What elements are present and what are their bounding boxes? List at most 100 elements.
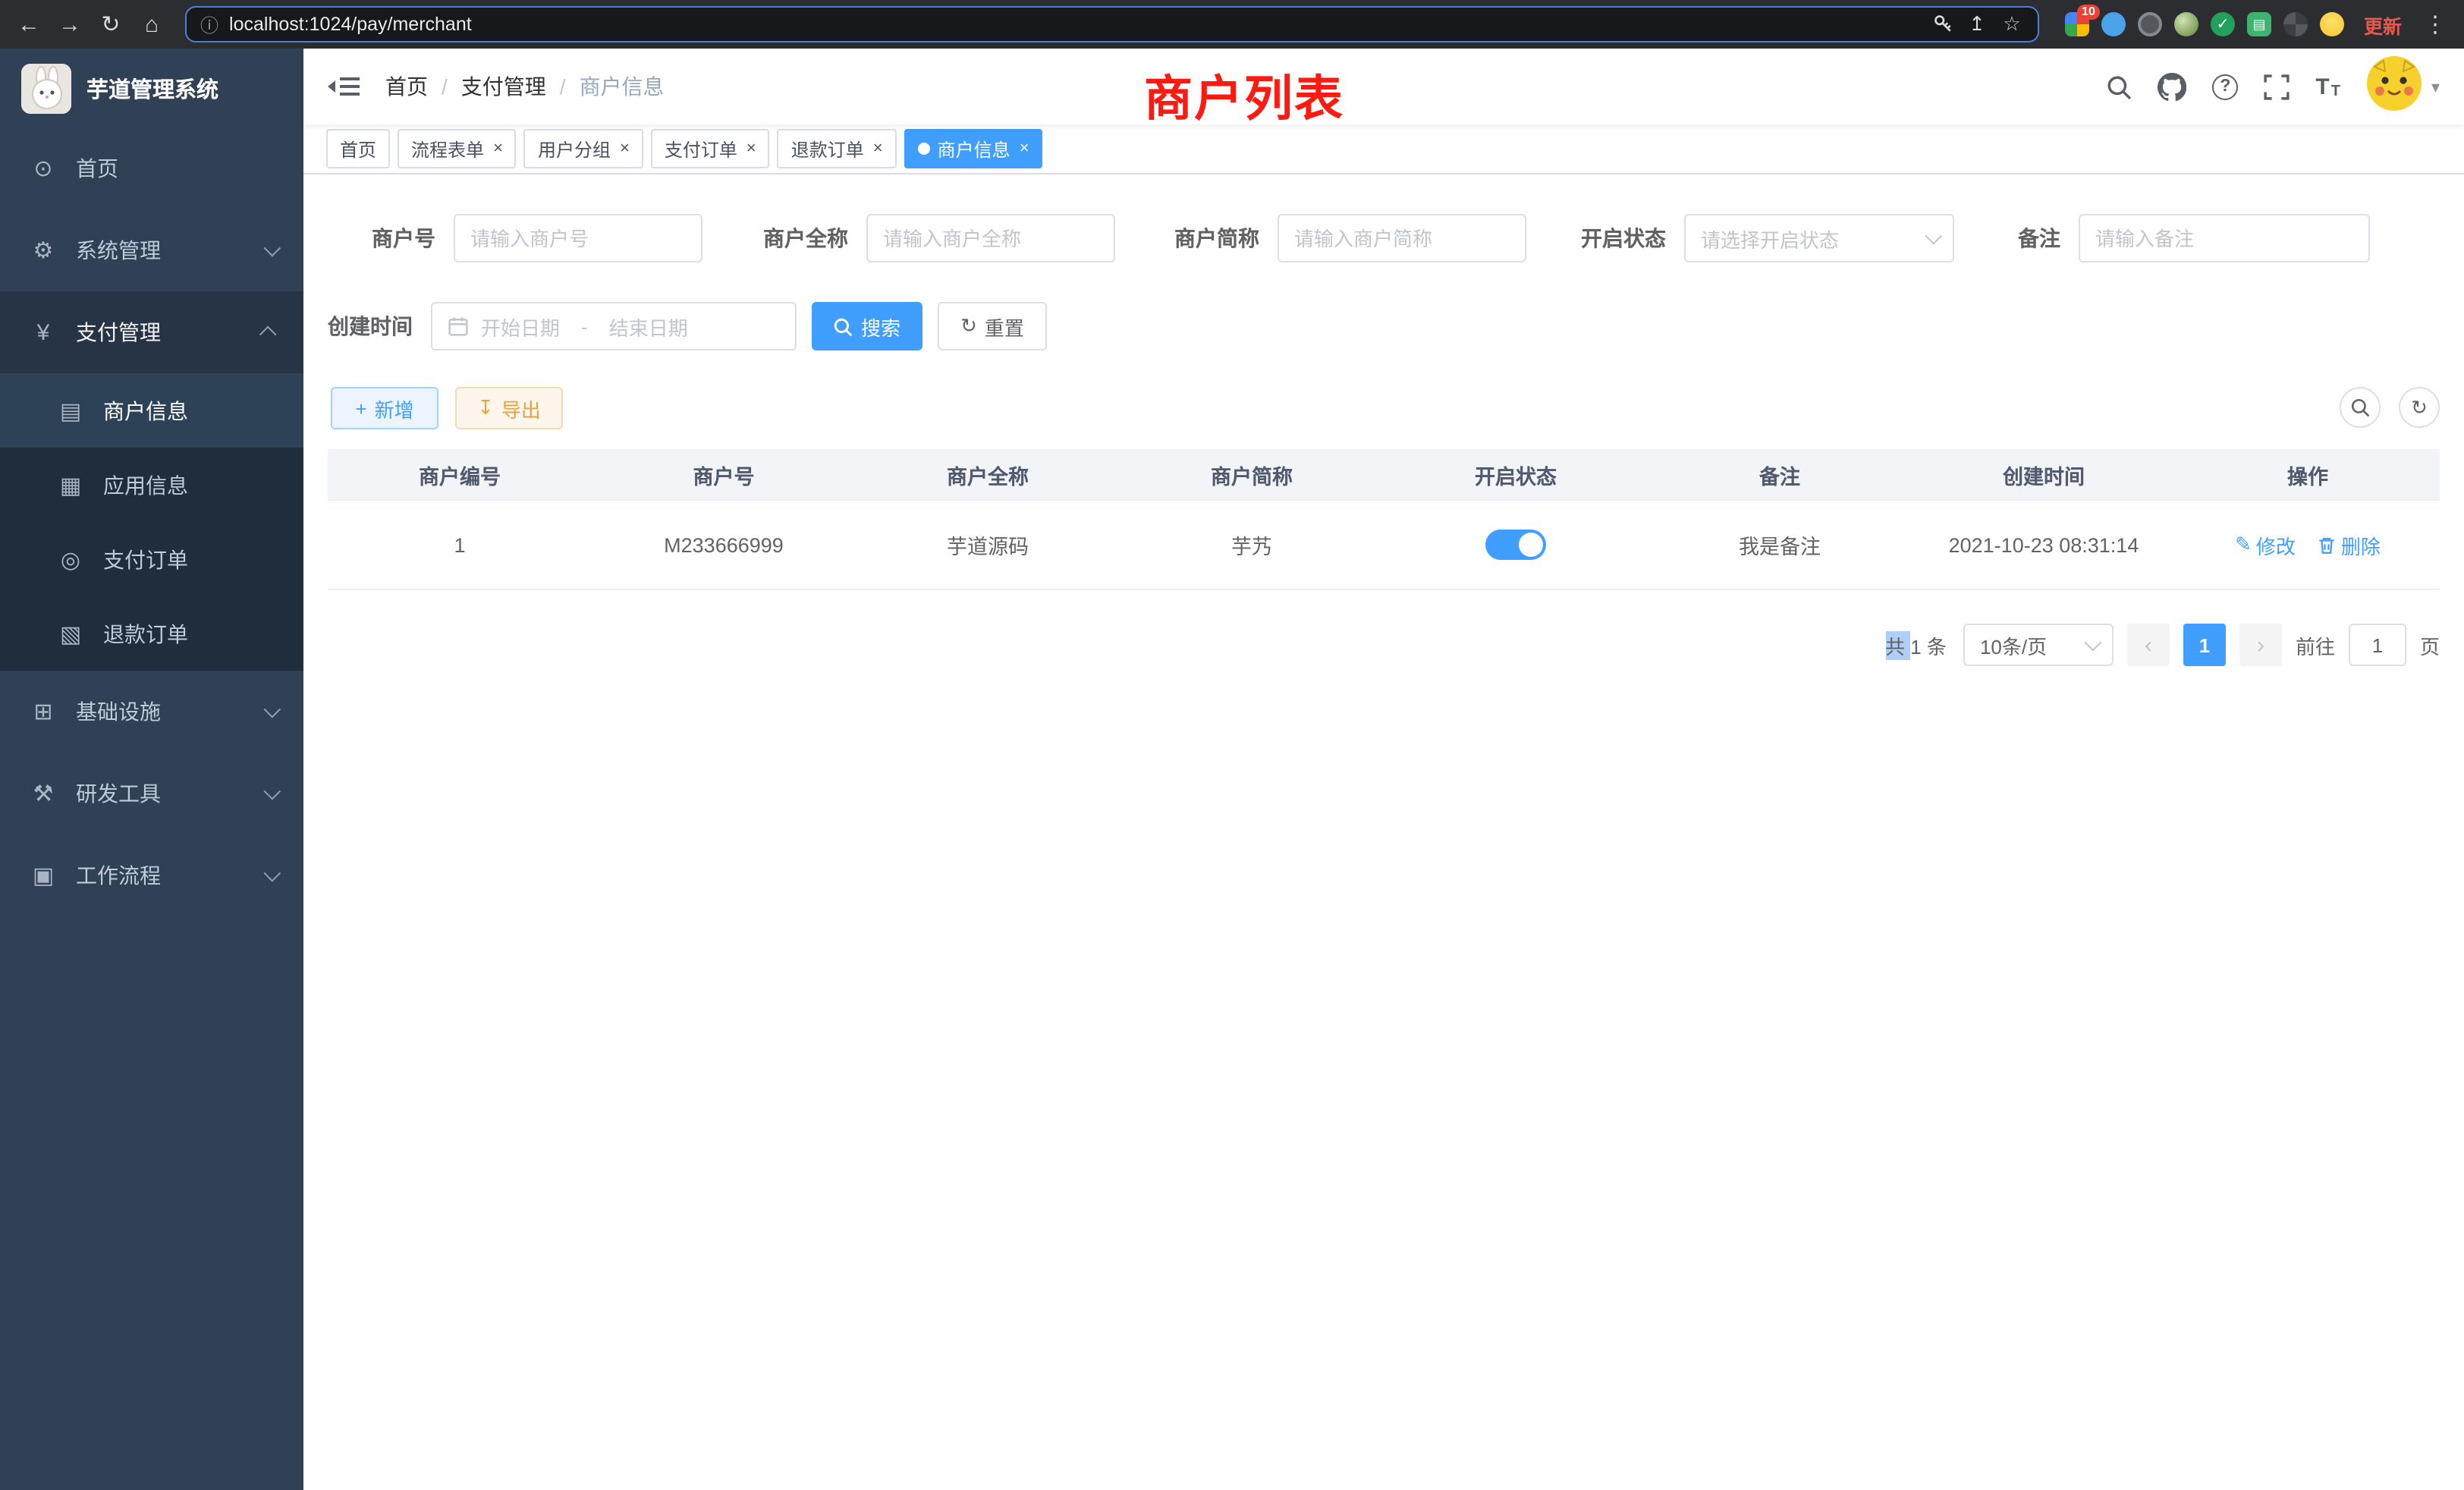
page-size-select[interactable]: 10条/页: [1963, 624, 2114, 666]
delete-link[interactable]: 删除: [2317, 530, 2381, 559]
browser-chrome: ← → ↻ ⌂ ⓘ localhost:1024/pay/merchant ↥ …: [0, 0, 2464, 49]
refund-icon: ▧: [58, 620, 83, 647]
sidebar-item-infrastructure[interactable]: ⊞ 基础设施: [0, 671, 303, 753]
forward-icon[interactable]: →: [56, 11, 83, 37]
toggle-search-button[interactable]: [2340, 387, 2381, 428]
share-icon[interactable]: ↥: [1965, 12, 1989, 36]
extension-avatar-icon[interactable]: [2174, 12, 2198, 36]
tab-pay-order[interactable]: 支付订单×: [651, 129, 770, 168]
reset-button[interactable]: ↻ 重置: [938, 302, 1047, 350]
status-select[interactable]: 请选择开启状态: [1684, 214, 1954, 262]
add-button[interactable]: + 新增: [331, 387, 438, 429]
start-date-placeholder: 开始日期: [481, 312, 560, 341]
cell-create-time: 2021-10-23 08:31:14: [1912, 533, 2176, 556]
close-icon[interactable]: ×: [745, 140, 756, 157]
plus-icon: +: [355, 397, 366, 420]
tab-refund-order[interactable]: 退款订单×: [778, 129, 897, 168]
short-name-input[interactable]: [1278, 214, 1526, 262]
edit-label: 修改: [2256, 530, 2296, 559]
sidebar-item-workflow[interactable]: ▣ 工作流程: [0, 835, 303, 916]
close-icon[interactable]: ×: [1018, 140, 1029, 157]
avatar: [2366, 54, 2424, 119]
sidebar-item-app-info[interactable]: ▦ 应用信息: [0, 448, 303, 522]
select-placeholder: 请选择开启状态: [1701, 224, 1916, 253]
app-logo[interactable]: 芋道管理系统: [0, 49, 303, 127]
search-button[interactable]: 搜索: [812, 302, 922, 350]
chevron-down-icon: [264, 240, 281, 257]
user-avatar-menu[interactable]: ▾: [2366, 54, 2440, 119]
extension-dark-icon[interactable]: [2138, 12, 2162, 36]
extensions-row: 10 ✓ ▤: [2065, 12, 2344, 36]
dashboard-icon: ⊙: [30, 155, 56, 182]
sidebar-item-label: 工作流程: [76, 860, 161, 891]
close-icon[interactable]: ×: [492, 140, 503, 157]
sidebar-item-label: 应用信息: [103, 470, 188, 500]
sidebar-item-label: 首页: [76, 153, 118, 184]
cell-short-name: 芋艿: [1120, 530, 1384, 560]
url-text[interactable]: localhost:1024/pay/merchant: [229, 14, 1922, 35]
sidebar-item-dev-tools[interactable]: ⚒ 研发工具: [0, 753, 303, 835]
site-info-icon[interactable]: ⓘ: [200, 11, 218, 37]
extensions-grid-icon[interactable]: 10: [2065, 12, 2089, 36]
extension-badge: 10: [2077, 5, 2100, 20]
extension-doc-icon[interactable]: ▤: [2247, 12, 2271, 36]
sidebar-collapse-icon[interactable]: [328, 77, 360, 96]
extension-blue-icon[interactable]: [2101, 12, 2126, 36]
browser-update-button[interactable]: 更新: [2364, 10, 2402, 39]
chevron-down-icon: [2084, 634, 2101, 652]
current-page-button[interactable]: 1: [2183, 624, 2226, 666]
refresh-icon: ↻: [2411, 395, 2428, 420]
sidebar-item-merchant-info[interactable]: ▤ 商户信息: [0, 373, 303, 448]
back-icon[interactable]: ←: [15, 11, 42, 37]
filter-full-name: 商户全称: [739, 214, 1115, 262]
sidebar-item-pay-order[interactable]: ◎ 支付订单: [0, 522, 303, 596]
edit-link[interactable]: ✎修改: [2235, 530, 2296, 559]
filter-create-time: 创建时间 开始日期 - 结束日期: [322, 302, 797, 350]
extension-check-icon[interactable]: ✓: [2211, 12, 2235, 36]
download-icon: ↧: [477, 396, 494, 420]
key-icon[interactable]: [1933, 14, 1954, 35]
goto-page-input[interactable]: [2349, 624, 2406, 666]
browser-menu-icon[interactable]: ⋮: [2422, 11, 2449, 38]
close-icon[interactable]: ×: [618, 140, 630, 157]
next-page-button[interactable]: ›: [2239, 624, 2282, 666]
tab-process-form[interactable]: 流程表单×: [398, 129, 517, 168]
pagination: 共 1 条 10条/页 ‹ 1 › 前往 页: [1885, 624, 2440, 666]
font-size-icon[interactable]: TT: [2315, 74, 2340, 99]
search-button-label: 搜索: [861, 312, 900, 341]
status-toggle[interactable]: [1485, 530, 1546, 560]
extension-pinwheel-icon[interactable]: [2283, 12, 2308, 36]
github-icon[interactable]: [2158, 72, 2186, 101]
address-bar[interactable]: ⓘ localhost:1024/pay/merchant ↥ ☆: [185, 6, 2039, 42]
fullscreen-icon[interactable]: [2264, 74, 2290, 99]
sidebar-item-label: 商户信息: [103, 395, 188, 426]
sidebar-item-payment[interactable]: ¥ 支付管理: [0, 291, 303, 373]
sidebar-item-system[interactable]: ⚙ 系统管理: [0, 209, 303, 291]
prev-page-button[interactable]: ‹: [2127, 624, 2170, 666]
star-icon[interactable]: ☆: [2000, 12, 2024, 36]
remark-input[interactable]: [2079, 214, 2370, 262]
full-name-input[interactable]: [866, 214, 1115, 262]
help-icon[interactable]: ?: [2212, 74, 2238, 99]
breadcrumb-home[interactable]: 首页: [385, 71, 428, 102]
cell-merchant-id: 1: [328, 533, 592, 556]
page-content: 商户号 商户全称 商户简称 开启状态 请选择开启状态: [303, 174, 2464, 1490]
date-range-picker[interactable]: 开始日期 - 结束日期: [431, 302, 797, 350]
reload-icon[interactable]: ↻: [97, 11, 124, 38]
tab-user-group[interactable]: 用户分组×: [524, 129, 643, 168]
home-icon[interactable]: ⌂: [138, 11, 165, 37]
tab-home[interactable]: 首页: [326, 129, 390, 168]
col-header: 备注: [1648, 459, 1912, 489]
tab-merchant-info[interactable]: 商户信息×: [904, 129, 1043, 168]
breadcrumb-section[interactable]: 支付管理: [461, 71, 546, 102]
refresh-table-button[interactable]: ↻: [2399, 387, 2440, 428]
sidebar-item-home[interactable]: ⊙ 首页: [0, 127, 303, 209]
export-button[interactable]: ↧ 导出: [455, 387, 563, 429]
merchant-no-input[interactable]: [454, 214, 702, 262]
sidebar-item-refund-order[interactable]: ▧ 退款订单: [0, 596, 303, 671]
extension-smiley-icon[interactable]: [2320, 12, 2344, 36]
close-icon[interactable]: ×: [872, 140, 883, 157]
search-icon[interactable]: [2106, 74, 2132, 99]
chevron-down-icon: [264, 701, 281, 718]
breadcrumb-separator: /: [560, 74, 566, 99]
